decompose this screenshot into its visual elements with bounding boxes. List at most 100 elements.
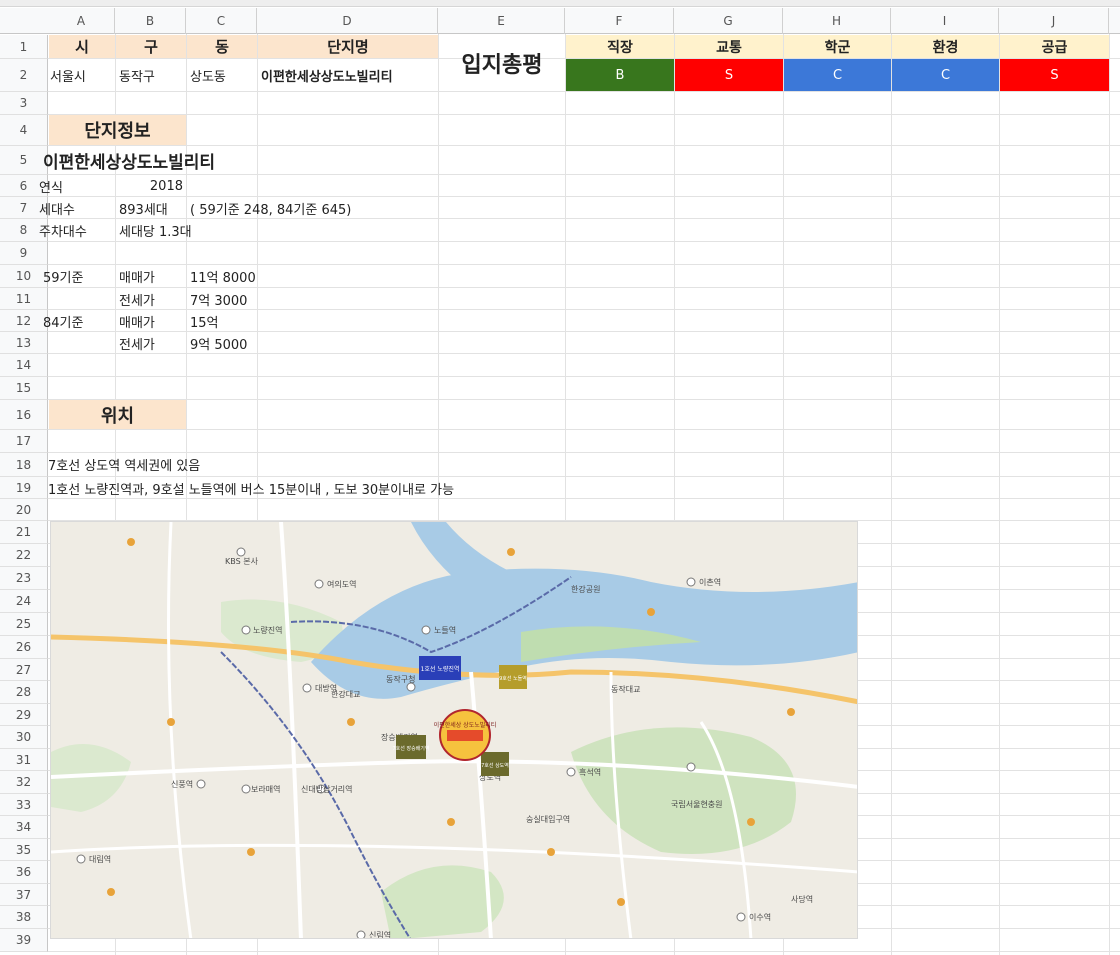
row-header[interactable]: 32 <box>0 771 48 794</box>
row-header[interactable]: 39 <box>0 929 48 952</box>
column-header-row: A B C D E F G H I J <box>0 8 1120 34</box>
value-dong[interactable]: 상도동 <box>187 59 257 91</box>
map-label: 이수역 <box>749 912 771 922</box>
grade-school[interactable]: C <box>784 59 891 91</box>
header-gu[interactable]: 구 <box>116 35 186 58</box>
map-drawing: KBS 본사 여의도역 한강공원 노량진역 노들역 동작구청 상도역 숭실대입구… <box>51 522 857 939</box>
map-label: 숭실대입구역 <box>526 814 570 824</box>
grade-supply[interactable]: S <box>1000 59 1109 91</box>
row-gridline <box>48 91 1120 92</box>
map-label: 대림역 <box>89 854 111 864</box>
row-header[interactable]: 16 <box>0 400 48 430</box>
map-label: 한강공원 <box>571 584 600 594</box>
column-header-c[interactable]: C <box>186 8 257 34</box>
price59-sale[interactable]: 11억 8000 <box>187 265 257 287</box>
location-map[interactable]: KBS 본사 여의도역 한강공원 노량진역 노들역 동작구청 상도역 숭실대입구… <box>50 521 858 939</box>
row-header[interactable]: 33 <box>0 794 48 816</box>
header-si[interactable]: 시 <box>49 35 115 58</box>
header-supply[interactable]: 공급 <box>1000 35 1109 58</box>
map-label: 국립서울현충원 <box>671 800 723 809</box>
location-line-2[interactable]: 1호선 노량진역과, 9호설 노들역에 버스 15분이내 , 도보 30분이내로… <box>45 477 565 499</box>
row-header[interactable]: 38 <box>0 906 48 929</box>
row-header[interactable]: 4 <box>0 115 48 146</box>
column-gridline <box>999 34 1000 955</box>
section-complex-info[interactable]: 단지정보 <box>49 115 186 145</box>
built-label[interactable]: 연식 <box>36 175 115 197</box>
price84-jeonse-label[interactable]: 전세가 <box>116 332 186 354</box>
value-gu[interactable]: 동작구 <box>116 59 186 91</box>
parking-value[interactable]: 세대당 1.3대 <box>116 219 246 241</box>
row-header[interactable]: 25 <box>0 613 48 636</box>
header-dong[interactable]: 동 <box>187 35 257 58</box>
column-header-g[interactable]: G <box>674 8 783 34</box>
row-header[interactable]: 26 <box>0 636 48 659</box>
row-header[interactable]: 9 <box>0 242 48 265</box>
households-label[interactable]: 세대수 <box>36 197 115 219</box>
row-header[interactable]: 18 <box>0 453 48 477</box>
header-environment[interactable]: 환경 <box>892 35 999 58</box>
price59-sale-label[interactable]: 매매가 <box>116 265 186 287</box>
row-header[interactable]: 30 <box>0 726 48 749</box>
header-complex-name[interactable]: 단지명 <box>258 35 438 58</box>
row-header[interactable]: 19 <box>0 477 48 499</box>
header-transport[interactable]: 교통 <box>675 35 783 58</box>
overall-label[interactable]: 입지총평 <box>439 35 565 91</box>
column-header-h[interactable]: H <box>783 8 891 34</box>
row-header[interactable]: 22 <box>0 544 48 567</box>
header-work[interactable]: 직장 <box>566 35 674 58</box>
row-header[interactable]: 14 <box>0 354 48 377</box>
column-header-j[interactable]: J <box>999 8 1109 34</box>
households-detail[interactable]: ( 59기준 248, 84기준 645) <box>187 197 437 219</box>
row-header[interactable]: 36 <box>0 861 48 884</box>
row-header[interactable]: 27 <box>0 659 48 681</box>
grade-work[interactable]: B <box>566 59 674 91</box>
price84-label[interactable]: 84기준 <box>40 310 115 332</box>
row-header[interactable]: 11 <box>0 288 48 310</box>
map-label: 신림역 <box>369 930 391 939</box>
price59-label[interactable]: 59기준 <box>40 265 115 287</box>
price84-jeonse[interactable]: 9억 5000 <box>187 332 257 354</box>
grade-transport[interactable]: S <box>675 59 783 91</box>
map-label: 노들역 <box>434 625 456 635</box>
households-value[interactable]: 893세대 <box>116 197 186 219</box>
column-header-i[interactable]: I <box>891 8 999 34</box>
row-header[interactable]: 24 <box>0 590 48 613</box>
header-school[interactable]: 학군 <box>784 35 891 58</box>
column-header-e[interactable]: E <box>438 8 565 34</box>
row-header[interactable]: 3 <box>0 92 48 115</box>
price59-jeonse[interactable]: 7억 3000 <box>187 288 257 310</box>
row-header[interactable]: 2 <box>0 59 48 92</box>
price84-sale-label[interactable]: 매매가 <box>116 310 186 332</box>
row-header[interactable]: 23 <box>0 567 48 590</box>
row-header[interactable]: 31 <box>0 749 48 771</box>
map-label: 신풍역 <box>171 779 193 789</box>
badge-nodeul: 9호선 노들역 <box>499 675 527 682</box>
row-header[interactable]: 20 <box>0 499 48 521</box>
column-header-f[interactable]: F <box>565 8 674 34</box>
row-header[interactable]: 15 <box>0 377 48 400</box>
location-line-1[interactable]: 7호선 상도역 역세권에 있음 <box>45 453 495 475</box>
price59-jeonse-label[interactable]: 전세가 <box>116 288 186 310</box>
row-header[interactable]: 1 <box>0 35 48 59</box>
row-header[interactable]: 28 <box>0 681 48 704</box>
column-header-d[interactable]: D <box>257 8 438 34</box>
parking-label[interactable]: 주차대수 <box>36 219 115 241</box>
value-si[interactable]: 서울시 <box>47 59 115 91</box>
row-header[interactable]: 29 <box>0 704 48 726</box>
row-header[interactable]: 21 <box>0 521 48 544</box>
row-header[interactable]: 35 <box>0 839 48 861</box>
built-value[interactable]: 2018 <box>116 175 186 197</box>
value-complex-name[interactable]: 이편한세상상도노빌리티 <box>258 59 438 91</box>
price84-sale[interactable]: 15억 <box>187 310 257 332</box>
column-header-b[interactable]: B <box>115 8 186 34</box>
row-header[interactable]: 17 <box>0 430 48 453</box>
target-complex-label: 이편한세상 상도노빌리티 <box>434 721 497 729</box>
column-header-a[interactable]: A <box>48 8 115 34</box>
grade-environment[interactable]: C <box>892 59 999 91</box>
row-header[interactable]: 13 <box>0 332 48 354</box>
complex-name[interactable]: 이편한세상상도노빌리티 <box>40 146 300 174</box>
map-label: 동작대교 <box>611 684 640 694</box>
row-header[interactable]: 37 <box>0 884 48 906</box>
row-header[interactable]: 34 <box>0 816 48 839</box>
section-location[interactable]: 위치 <box>49 400 186 429</box>
